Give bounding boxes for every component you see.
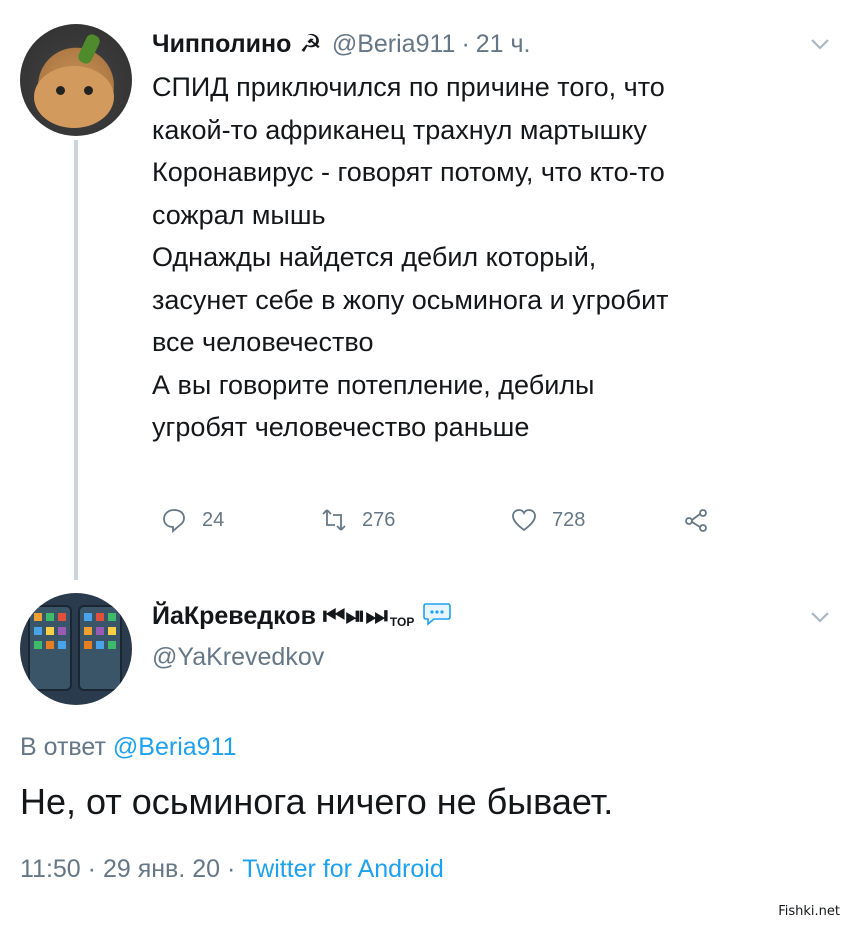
avatar-tile — [58, 641, 66, 649]
avatar-tile — [84, 613, 92, 621]
author-name[interactable]: Чипполино — [152, 30, 291, 59]
tweet-line: Однажды найдется дебил который, — [152, 242, 597, 272]
tweet-line: СПИД приключился по причине того, что — [152, 72, 665, 102]
avatar-tile — [58, 613, 66, 621]
speech-bubble-icon — [422, 602, 452, 631]
avatar-tile — [34, 641, 42, 649]
like-count: 728 — [552, 508, 586, 531]
avatar-tile — [108, 641, 116, 649]
meta-separator: · — [226, 855, 236, 883]
tweet-line: Коронавирус - говорят потому, что кто-то — [152, 157, 665, 187]
tweet-line: какой-то африканец трахнул мартышку — [152, 114, 647, 145]
retweet-count: 276 — [362, 508, 396, 531]
tweet-actions: 24 276 728 — [160, 500, 760, 540]
reply-context: В ответ @Beria911 — [20, 733, 237, 762]
avatar-tile — [84, 641, 92, 649]
top-badge: TOP — [389, 615, 415, 629]
reply-body: Не, от осьминога ничего не бывает. — [20, 781, 614, 822]
avatar-tile — [96, 641, 104, 649]
tweet-header: Чипполино ☭ @Beria911 · 21 ч. — [152, 24, 531, 64]
like-button[interactable]: 728 — [510, 500, 585, 540]
reply-meta: 11:50 · 29 янв. 20 · Twitter for Android — [20, 855, 444, 884]
reply-count: 24 — [202, 508, 225, 531]
reply-author-name[interactable]: ЙаКреведков ⏮⏯⏭ — [152, 602, 388, 631]
avatar-tile — [46, 641, 54, 649]
tweet-body: СПИД приключился по причине того, что ка… — [152, 66, 832, 449]
original-tweet[interactable]: Чипполино ☭ @Beria911 · 21 ч. СПИД прикл… — [0, 0, 850, 585]
reply-mention-link[interactable]: @Beria911 — [113, 733, 237, 761]
watermark: Fishki.net — [778, 904, 840, 919]
reply-author-avatar[interactable] — [20, 593, 132, 705]
avatar-tile — [108, 627, 116, 635]
reply-date: 29 янв. 20 — [102, 855, 221, 883]
avatar-eye-right — [84, 86, 93, 95]
meta-separator: · — [87, 855, 96, 883]
avatar-tile — [34, 627, 42, 635]
reply-tweet[interactable]: ЙаКреведков ⏮⏯⏭ TOP @YaKrevedkov В ответ… — [0, 585, 850, 927]
retweet-icon — [322, 509, 346, 531]
reply-prefix: В ответ — [20, 733, 106, 761]
tweet-line: засунет себе в жопу осьминога и угробит — [152, 284, 669, 315]
avatar-eye-left — [56, 86, 65, 95]
hammer-sickle-icon: ☭ — [299, 30, 322, 58]
avatar-tile — [84, 627, 92, 635]
reply-header: ЙаКреведков ⏮⏯⏭ TOP — [152, 595, 452, 637]
client-link[interactable]: Twitter for Android — [242, 855, 443, 883]
avatar-onion-face — [34, 66, 114, 128]
avatar-tile — [58, 627, 66, 635]
author-avatar[interactable] — [20, 24, 132, 136]
tweet-line: А вы говорите потепление, дебилы — [152, 369, 595, 400]
avatar-tile — [108, 613, 116, 621]
tweet-line: угробят человечество раньше — [152, 412, 530, 442]
time-separator: · — [461, 29, 470, 58]
heart-icon — [512, 509, 536, 532]
chevron-down-icon[interactable] — [806, 603, 834, 631]
reply-author-handle[interactable]: @YaKrevedkov — [152, 643, 324, 672]
avatar-tile — [96, 627, 104, 635]
tweet-time[interactable]: 21 ч. — [476, 30, 531, 59]
retweet-button[interactable]: 276 — [320, 500, 395, 540]
avatar-phone-left — [28, 605, 72, 691]
tweet-line: сожрал мышь — [152, 199, 326, 230]
thread-connector-line — [74, 140, 78, 580]
author-handle[interactable]: @Beria911 — [332, 30, 456, 59]
chevron-down-icon[interactable] — [806, 30, 834, 58]
avatar-onion-leaf — [76, 32, 102, 66]
avatar-tile — [34, 613, 42, 621]
tweet-line: все человечество — [152, 327, 374, 357]
reply-button[interactable]: 24 — [160, 500, 224, 540]
share-button[interactable] — [682, 500, 724, 540]
avatar-tile — [46, 627, 54, 635]
avatar-phone-right — [78, 605, 122, 691]
reply-time: 11:50 — [20, 855, 81, 883]
avatar-tile — [46, 613, 54, 621]
share-icon — [685, 509, 707, 532]
reply-icon — [163, 509, 185, 533]
avatar-tile — [96, 613, 104, 621]
